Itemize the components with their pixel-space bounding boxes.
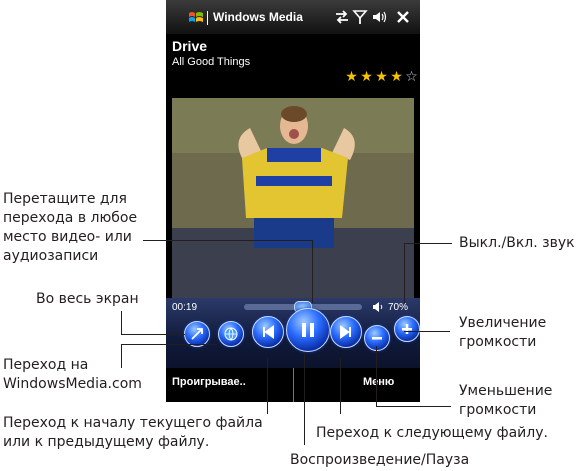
minus-icon: [372, 337, 382, 340]
annotation-volume-down: Уменьшение громкости: [459, 383, 553, 418]
title-bar: Windows Media: [166, 0, 420, 34]
softkey-divider: [293, 368, 294, 402]
callout-line-prev-v: [267, 358, 268, 414]
video-frame[interactable]: [172, 98, 414, 298]
annotation-seek: Перетащите для перехода в любое место ви…: [3, 191, 138, 264]
left-softkey[interactable]: Проигрывае..: [172, 376, 246, 388]
star-filled-icon[interactable]: ★: [374, 70, 389, 84]
pause-icon: [302, 323, 314, 337]
star-filled-icon[interactable]: ★: [359, 70, 374, 84]
annotation-web: Переход на WindowsMedia.com: [3, 357, 142, 392]
callout-line-mute-h: [404, 243, 452, 244]
close-icon[interactable]: [395, 9, 411, 25]
rating-stars[interactable]: ★ ★ ★ ★ ☆: [344, 70, 419, 84]
fullscreen-icon: [191, 328, 203, 340]
callout-line-next-v: [340, 358, 341, 414]
annotation-fullscreen: Во весь экран: [36, 291, 139, 307]
star-filled-icon[interactable]: ★: [344, 70, 359, 84]
annotation-play-pause: Воспроизведение/Пауза: [290, 452, 470, 468]
app-title: Windows Media: [213, 10, 303, 24]
video-image: [172, 98, 414, 298]
star-filled-icon[interactable]: ★: [389, 70, 404, 84]
title-separator: [207, 11, 208, 25]
callout-line-voldown-v: [376, 346, 377, 406]
phone-screen: Windows Media Drive All Good Things ★ ★ ★ ★…: [166, 0, 420, 402]
previous-button[interactable]: [252, 316, 284, 348]
track-title: Drive: [172, 38, 208, 54]
volume-icon[interactable]: [371, 9, 387, 25]
globe-icon: [224, 327, 238, 341]
star-empty-icon[interactable]: ☆: [404, 70, 419, 84]
callout-line-mute-v: [404, 243, 405, 303]
next-button[interactable]: [330, 316, 362, 348]
volume-up-button[interactable]: [394, 316, 420, 342]
previous-icon: [263, 325, 274, 339]
connectivity-icon[interactable]: [334, 9, 350, 25]
callout-line-seek-v: [312, 240, 313, 303]
play-pause-button[interactable]: [286, 308, 330, 352]
annotation-volume-up: Увеличение громкости: [459, 315, 547, 350]
mute-icon[interactable]: [372, 301, 384, 313]
volume-down-button[interactable]: [364, 325, 390, 351]
callout-line-fullscreen-h: [121, 334, 185, 335]
annotation-mute: Выкл./Вкл. звук: [459, 235, 575, 251]
windowsmedia-web-button[interactable]: [218, 321, 244, 347]
callout-line-seek-h: [143, 240, 313, 241]
callout-line-web-h: [121, 344, 217, 345]
plus-icon: [402, 324, 412, 334]
next-icon: [340, 325, 351, 339]
windows-logo-icon[interactable]: [188, 10, 204, 26]
volume-level: 70%: [388, 302, 409, 313]
signal-icon[interactable]: [352, 9, 368, 25]
callout-line-volup-h: [404, 331, 450, 332]
annotation-previous: Переход к началу текущего файла или к пр…: [3, 415, 263, 450]
callout-line-fullscreen-v: [121, 311, 122, 334]
menu-softkey[interactable]: Меню: [363, 376, 394, 388]
annotation-next: Переход к следующему файлу.: [316, 425, 548, 441]
softkey-bar: Проигрывае.. Меню: [166, 368, 420, 402]
callout-line-play-v: [304, 352, 305, 445]
track-info: Drive All Good Things ★ ★ ★ ★ ☆: [166, 34, 420, 90]
elapsed-time: 00:19: [172, 302, 198, 313]
callout-line-voldown-h: [376, 406, 451, 407]
track-artist: All Good Things: [172, 56, 251, 68]
